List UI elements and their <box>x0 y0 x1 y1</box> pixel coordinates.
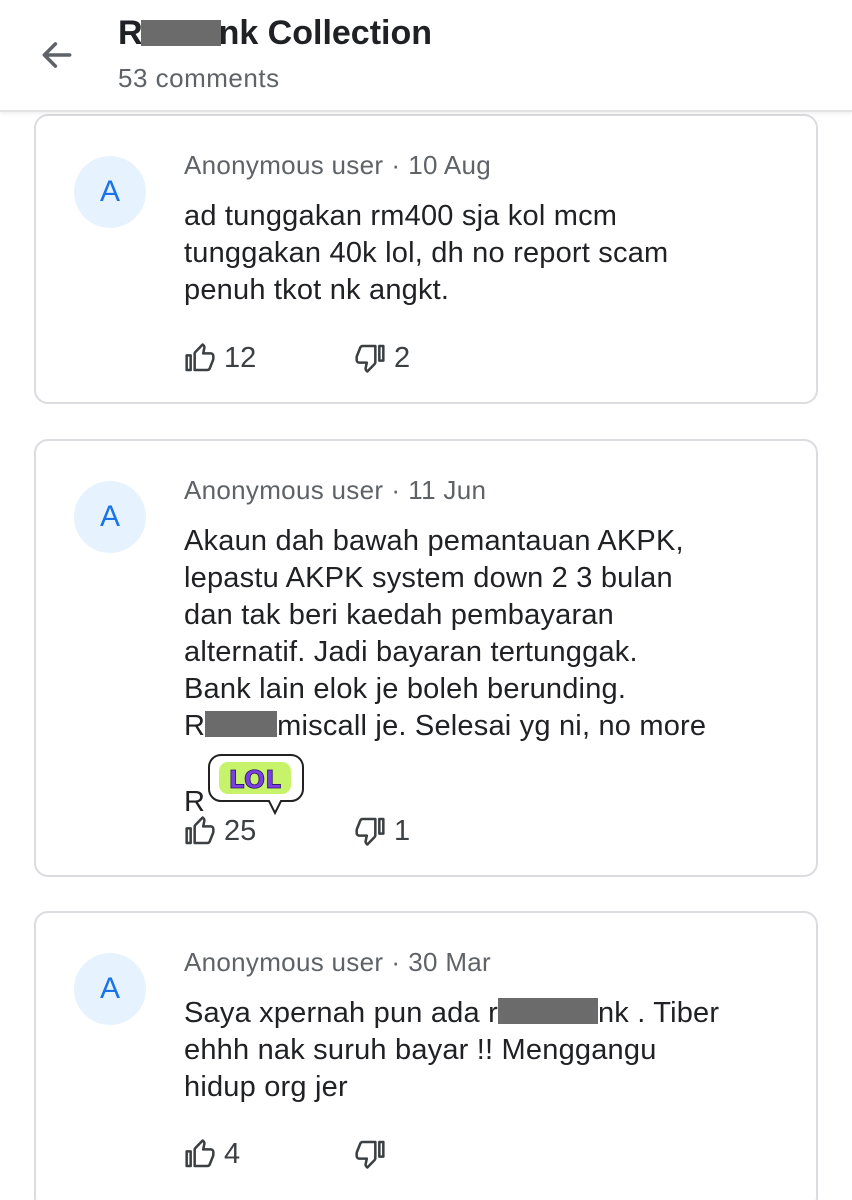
dislike-count: 1 <box>394 814 411 847</box>
comment-line: ad tunggakan rm400 sja kol mcm <box>184 200 618 232</box>
dislike-button[interactable]: 2 <box>354 342 410 375</box>
comment-actions: 25 1 <box>184 811 410 851</box>
like-button[interactable]: 12 <box>184 342 354 375</box>
comment-date: 30 Mar <box>408 947 492 977</box>
thumb-down-icon <box>354 342 386 374</box>
comment-text: ad tunggakan rm400 sja kol mcm tunggakan… <box>184 198 784 309</box>
comments-page: Rnk Collection 53 comments A Anonymous u… <box>0 0 852 1200</box>
comment-card: A Anonymous user · 30 Mar Saya xpernah pun… <box>34 911 818 1200</box>
author-name: Anonymous user <box>184 947 384 977</box>
like-button[interactable]: 25 <box>184 815 354 848</box>
like-count: 25 <box>224 814 257 847</box>
dislike-button[interactable]: 1 <box>354 815 410 848</box>
thumb-up-icon <box>184 815 216 847</box>
line-start: R <box>184 710 206 742</box>
like-button[interactable]: 4 <box>184 1138 354 1171</box>
comment-text: Akaun dah bawah pemantauan AKPK, lepastu… <box>184 523 784 818</box>
comment-text: Saya xpernah pun ada r nk . Tiber ehhh na… <box>184 995 784 1106</box>
comment-date: 11 Jun <box>408 475 487 505</box>
line-end: nk . Tiber <box>597 997 720 1029</box>
line-start: Saya xpernah pun ada r <box>184 997 498 1029</box>
comment-line: Rmiscall je. Selesai yg ni, no more <box>184 708 784 745</box>
like-count: 12 <box>224 341 257 374</box>
thumb-up-icon <box>184 342 216 374</box>
author-name: Anonymous user <box>184 150 384 180</box>
comment-meta: Anonymous user · 10 Aug <box>184 150 492 180</box>
comment-line: penuh tkot nk angkt. <box>184 274 450 306</box>
comment-actions: 4 <box>184 1134 394 1174</box>
comment-count: 53 comments <box>118 63 280 93</box>
thumb-down-icon <box>354 1138 386 1170</box>
avatar: A <box>74 953 146 1025</box>
thumb-down-icon <box>354 815 386 847</box>
redacted-text <box>497 998 598 1025</box>
avatar: A <box>74 481 146 553</box>
title-end: nk Collection <box>218 14 433 52</box>
redacted-text <box>140 20 221 47</box>
arrow-left-icon <box>42 42 72 68</box>
comment-meta: Anonymous user · 11 Jun <box>184 475 487 505</box>
page-title: Rnk Collection <box>118 14 432 53</box>
comment-line: Bank lain elok je boleh berunding. <box>184 673 627 705</box>
app-bar: Rnk Collection 53 comments <box>0 0 852 112</box>
comment-line: tunggakan 40k lol, dh no report scam <box>184 237 669 269</box>
comment-actions: 12 2 <box>184 338 410 378</box>
dislike-count: 2 <box>394 341 411 374</box>
comment-line: hidup org jer <box>184 1071 348 1103</box>
comment-line: Saya xpernah pun ada r nk . Tiber <box>184 995 784 1032</box>
sticker-text: LOL <box>229 765 282 794</box>
lol-sticker-graphic: LOL <box>208 754 305 816</box>
comment-card: A Anonymous user · 11 Jun Akaun dah bawah … <box>34 439 818 877</box>
avatar: A <box>74 156 146 228</box>
title-start: R <box>118 14 143 52</box>
dislike-button[interactable] <box>354 1138 394 1170</box>
comment-line: ehhh nak suruh bayar !! Menggangu <box>184 1034 657 1066</box>
comment-meta: Anonymous user · 30 Mar <box>184 947 492 977</box>
thumb-up-icon <box>184 1138 216 1170</box>
comment-date: 10 Aug <box>408 150 492 180</box>
like-count: 4 <box>224 1137 241 1170</box>
comment-card: A Anonymous user · 10 Aug ad tunggakan rm4… <box>34 114 818 404</box>
author-name: Anonymous user <box>184 475 384 505</box>
line-end: miscall je. Selesai yg ni, no more <box>277 710 707 742</box>
comment-line: lepastu AKPK system down 2 3 bulan <box>184 562 673 594</box>
comment-line: dan tak beri kaedah pembayaran <box>184 599 615 631</box>
back-button[interactable] <box>30 28 84 82</box>
comment-line: R LOL <box>184 745 784 818</box>
comment-line: Akaun dah bawah pemantauan AKPK, <box>184 525 684 557</box>
comment-line: alternatif. Jadi bayaran tertunggak. <box>184 636 638 668</box>
redacted-text <box>205 711 278 738</box>
